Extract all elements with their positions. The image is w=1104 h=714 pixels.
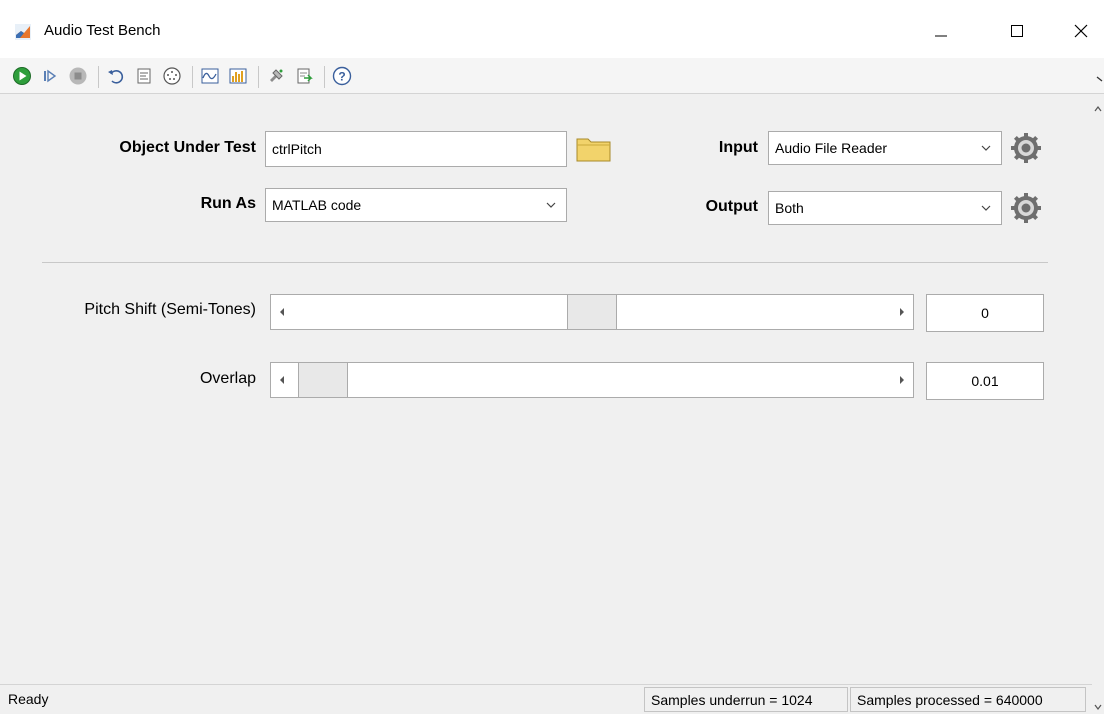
section-divider [42,262,1048,263]
slider-thumb[interactable] [567,295,617,329]
undo-icon[interactable] [104,64,128,88]
overlap-value: 0.01 [971,373,999,389]
scroll-down-arrow-icon[interactable] [1094,698,1102,710]
toolbar-separator [324,66,325,88]
svg-text:?: ? [338,70,345,84]
pitch-shift-value: 0 [981,305,989,321]
input-selected-value: Audio File Reader [775,140,888,156]
overlap-label: Overlap [199,370,256,387]
run-as-label: Run As [200,195,256,212]
plugin-icon[interactable] [264,64,288,88]
samples-underrun-text: Samples underrun = 1024 [651,691,813,708]
run-as-dropdown[interactable]: MATLAB code [265,188,567,222]
step-icon[interactable] [38,64,62,88]
chevron-down-icon [977,139,995,157]
title-bar: Audio Test Bench [0,0,1104,58]
slider-left-arrow-icon[interactable] [271,295,293,329]
samples-processed-text: Samples processed = 640000 [857,691,1043,708]
output-label: Output [705,198,758,215]
pitch-shift-label: Pitch Shift (Semi-Tones) [84,301,256,318]
input-settings-gear-icon[interactable] [1010,132,1042,164]
status-ready-text: Ready [8,691,49,707]
input-dropdown[interactable]: Audio File Reader [768,131,1002,165]
toolbar-overflow-icon[interactable] [1096,72,1104,82]
maximize-button[interactable] [994,14,1040,48]
generate-code-icon[interactable] [132,64,156,88]
slider-thumb[interactable] [298,363,349,397]
pitch-shift-slider[interactable] [270,294,914,330]
overlap-value-field[interactable]: 0.01 [926,362,1044,400]
overlap-slider[interactable] [270,362,914,398]
run-icon[interactable] [10,64,34,88]
object-under-test-label: Object Under Test [119,139,256,156]
export-icon[interactable] [292,64,316,88]
midi-icon[interactable] [160,64,184,88]
time-scope-icon[interactable] [198,64,222,88]
close-button[interactable] [1058,14,1104,48]
chevron-down-icon [542,196,560,214]
object-under-test-input[interactable]: ctrlPitch [265,131,567,167]
toolbar-separator [258,66,259,88]
input-label: Input [718,139,758,156]
matlab-logo-icon [15,24,31,40]
slider-right-arrow-icon[interactable] [891,363,913,397]
output-dropdown[interactable]: Both [768,191,1002,225]
samples-underrun-status: Samples underrun = 1024 [644,687,848,712]
toolbar-separator [98,66,99,88]
run-as-selected-value: MATLAB code [272,197,362,213]
slider-left-arrow-icon[interactable] [271,363,293,397]
spectrum-analyzer-icon[interactable] [226,64,250,88]
chevron-down-icon [977,199,995,217]
samples-processed-status: Samples processed = 640000 [850,687,1086,712]
object-under-test-value: ctrlPitch [272,141,322,157]
pitch-shift-value-field[interactable]: 0 [926,294,1044,332]
slider-right-arrow-icon[interactable] [891,295,913,329]
stop-icon[interactable] [66,64,90,88]
output-selected-value: Both [775,200,804,216]
output-settings-gear-icon[interactable] [1010,192,1042,224]
vertical-scrollbar[interactable] [1092,94,1104,714]
window-title: Audio Test Bench [44,22,161,39]
browse-folder-icon[interactable] [576,136,612,162]
toolbar-separator [192,66,193,88]
toolbar: ? [0,58,1104,94]
scroll-up-arrow-icon[interactable] [1094,100,1102,112]
help-icon[interactable]: ? [330,64,354,88]
minimize-button[interactable] [918,14,964,48]
